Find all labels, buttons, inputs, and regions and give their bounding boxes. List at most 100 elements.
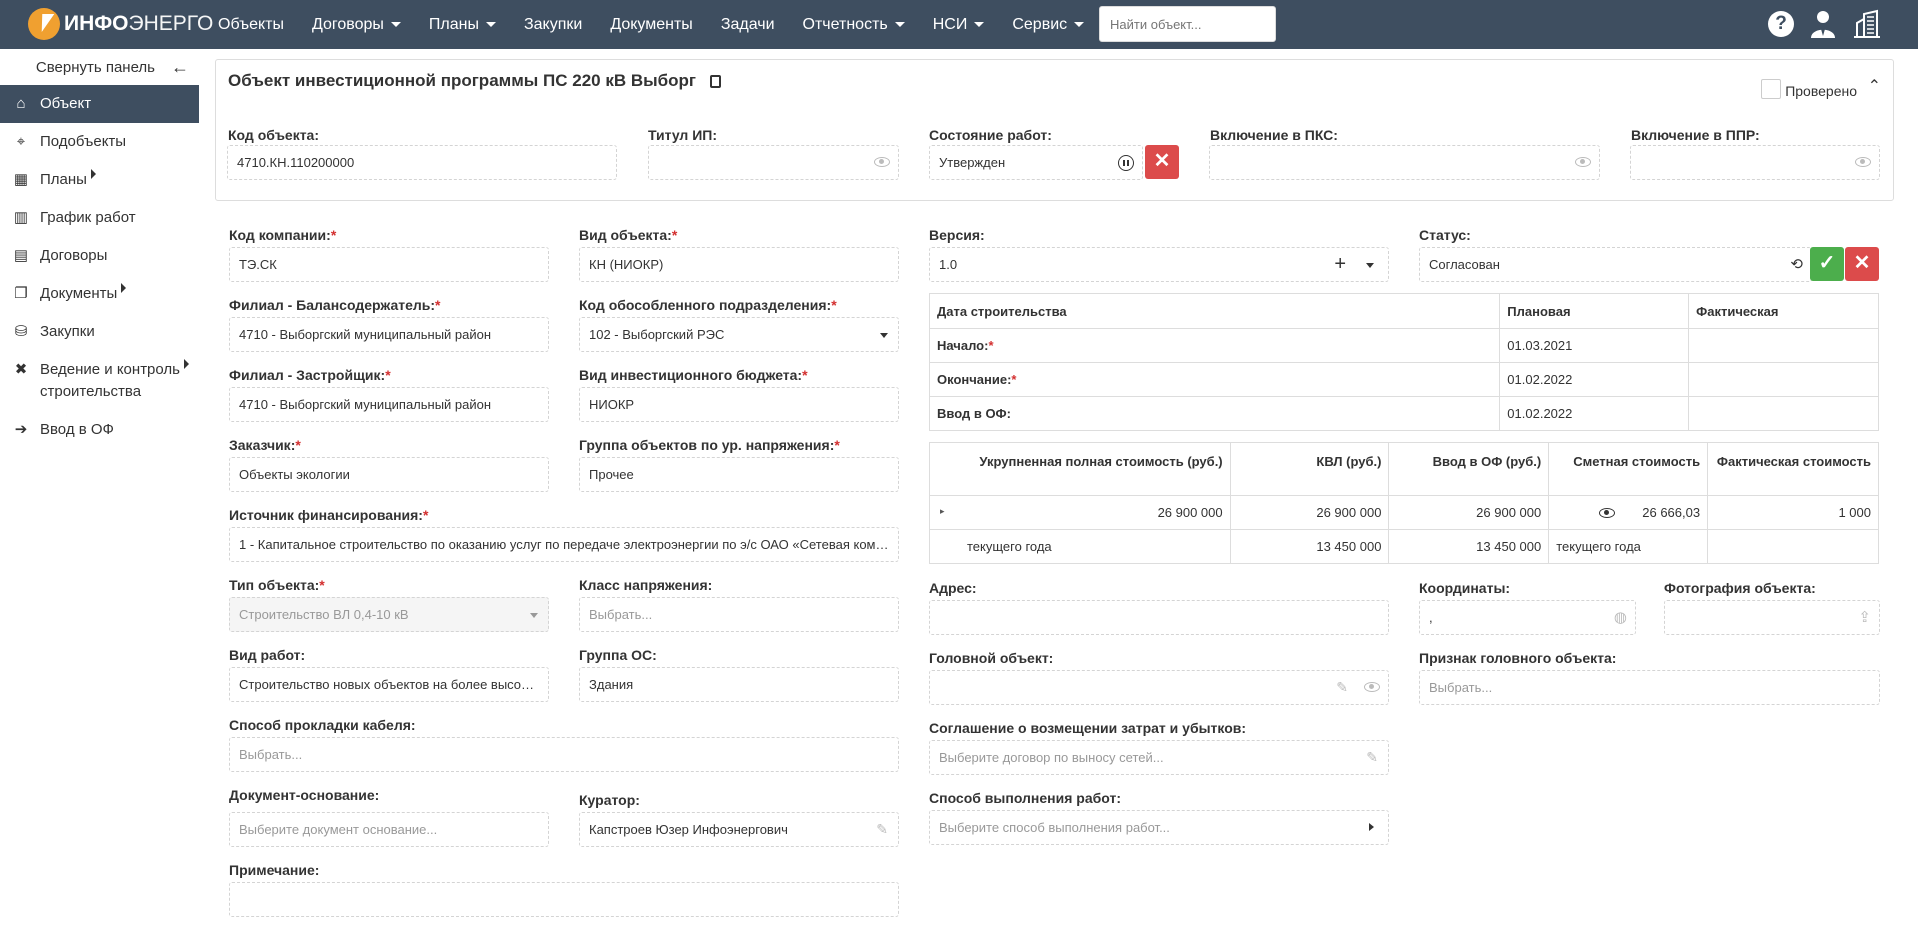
budget-kind-field[interactable]: НИОКР — [579, 387, 899, 422]
pencil-icon[interactable]: ✎ — [876, 813, 888, 846]
globe-icon[interactable]: ◍ — [1614, 601, 1627, 634]
chevron-down-icon — [974, 22, 985, 27]
table-row: Ввод в ОФ: 01.02.2022 — [928, 396, 1879, 431]
branch-builder-field[interactable]: 4710 - Выборгский муниципальный район — [229, 387, 549, 422]
expand-row-icon[interactable]: ▸ — [940, 506, 945, 517]
user-icon[interactable] — [1808, 9, 1838, 39]
ppr-field[interactable] — [1630, 145, 1880, 180]
os-group-field[interactable]: Здания — [579, 667, 899, 702]
branch-holder-field[interactable]: 4710 - Выборгский муниципальный район — [229, 317, 549, 352]
chevron-down-icon[interactable] — [1366, 263, 1374, 268]
photo-upload-field[interactable]: ⇪ — [1664, 600, 1880, 635]
voltage-class-select[interactable]: Выбрать... — [579, 597, 899, 632]
work-kind-label: Вид работ: — [229, 647, 306, 663]
cancel-state-button[interactable]: ✕ — [1145, 145, 1179, 179]
nav-item-7[interactable]: НСИ — [933, 16, 985, 34]
note-field[interactable] — [229, 882, 899, 917]
agreement-select[interactable]: Выберите договор по выносу сетей... ✎ — [929, 740, 1389, 775]
nav-item-label: НСИ — [932, 15, 968, 33]
plus-icon[interactable]: + — [1334, 248, 1346, 281]
chevron-up-icon[interactable]: ⌃ — [1868, 76, 1881, 96]
cable-select[interactable]: Выбрать... — [229, 737, 899, 772]
nav-item-0[interactable]: Объекты — [218, 16, 284, 34]
basket-icon: ⛁ — [14, 323, 28, 340]
eye-icon[interactable] — [1599, 508, 1616, 518]
sidebar-item-6[interactable]: ⛁ Закупки — [0, 313, 199, 351]
version-select[interactable]: 1.0 + — [929, 247, 1389, 282]
photo-label: Фотография объекта: — [1664, 580, 1816, 596]
work-state-field[interactable]: Утвержден — [929, 145, 1143, 180]
eye-icon[interactable] — [1855, 157, 1871, 167]
fact-date-cell[interactable] — [1688, 362, 1879, 397]
reject-button[interactable]: ✕ — [1845, 247, 1879, 281]
work-kind-field[interactable]: Строительство новых объектов на более вы… — [229, 667, 549, 702]
sidebar-item-5[interactable]: ❐ Документы — [0, 275, 199, 313]
sidebar-item-8[interactable]: ➔ Ввод в ОФ — [0, 411, 199, 449]
sidebar-item-7[interactable]: ✖ Ведение и контроль строительства — [0, 351, 199, 411]
building-icon[interactable] — [1852, 9, 1882, 39]
search-input[interactable] — [1099, 6, 1276, 42]
funding-field[interactable]: 1 - Капитальное строительство по оказани… — [229, 527, 899, 562]
approve-button[interactable]: ✓ — [1810, 247, 1844, 281]
sidebar-item-2[interactable]: ▦ Планы — [0, 161, 199, 199]
customer-field[interactable]: Объекты экологии — [229, 457, 549, 492]
nav-item-3[interactable]: Закупки — [524, 16, 582, 34]
nav-item-4[interactable]: Документы — [610, 16, 692, 34]
fact-date-cell[interactable] — [1688, 396, 1879, 431]
app-logo[interactable]: ИНФОЭНЕРГО — [28, 6, 213, 42]
object-code-field[interactable]: 4710.КН.110200000 — [227, 145, 617, 180]
head-sign-label: Признак головного объекта: — [1419, 650, 1617, 666]
branch-holder-label: Филиал - Балансодержатель:* — [229, 297, 441, 313]
copy-icon[interactable] — [710, 74, 721, 88]
method-select[interactable]: Выберите способ выполнения работ... — [929, 810, 1389, 845]
history-icon[interactable]: ⟲ — [1790, 248, 1803, 281]
sidebar-item-1[interactable]: ⌖ Подобъекты — [0, 123, 199, 161]
head-sign-select[interactable]: Выбрать... — [1419, 670, 1880, 705]
upload-icon[interactable]: ⇪ — [1858, 601, 1871, 634]
nav-item-6[interactable]: Отчетность — [803, 16, 905, 34]
nav-item-label: Договоры — [311, 15, 384, 33]
calendar-icon: ▦ — [13, 171, 29, 188]
sidebar-item-3[interactable]: ▥ График работ — [0, 199, 199, 237]
pencil-icon[interactable]: ✎ — [1336, 671, 1348, 704]
object-kind-field[interactable]: КН (НИОКР) — [579, 247, 899, 282]
pause-icon[interactable] — [1118, 155, 1134, 171]
version-label: Версия: — [929, 227, 985, 243]
pks-field[interactable] — [1209, 145, 1600, 180]
company-code-field[interactable]: ТЭ.СК — [229, 247, 549, 282]
checked-checkbox[interactable] — [1761, 79, 1781, 99]
pencil-icon[interactable]: ✎ — [1366, 741, 1378, 774]
help-icon[interactable]: ? — [1768, 11, 1794, 37]
collapse-panel-label: Свернуть панель — [35, 58, 155, 76]
plan-date-cell[interactable]: 01.02.2022 — [1499, 362, 1690, 397]
collapse-panel-button[interactable]: Свернуть панель ← — [0, 49, 199, 85]
curator-field[interactable]: Капстроев Юзер Инфоэнергович ✎ — [579, 812, 899, 847]
nav-item-2[interactable]: Планы — [429, 16, 496, 34]
eye-icon[interactable] — [1575, 157, 1591, 167]
nav-item-label: Закупки — [523, 15, 583, 33]
plan-date-cell[interactable]: 01.03.2021 — [1499, 328, 1690, 363]
nav-item-1[interactable]: Договоры — [312, 16, 401, 34]
pks-label: Включение в ПКС: — [1210, 127, 1338, 143]
fact-date-cell[interactable] — [1688, 328, 1879, 363]
os-group-label: Группа ОС: — [579, 647, 657, 663]
status-field[interactable]: Согласован ⟲ — [1419, 247, 1812, 282]
object-code-label: Код объекта: — [228, 127, 320, 143]
nav-item-5[interactable]: Задачи — [721, 16, 775, 34]
titul-field[interactable] — [648, 145, 899, 180]
head-object-field[interactable]: ✎ — [929, 670, 1389, 705]
eye-icon[interactable] — [874, 157, 890, 167]
coords-field[interactable]: , ◍ — [1419, 600, 1636, 635]
sidebar-item-4[interactable]: ▤ Договоры — [0, 237, 199, 275]
head-object-label: Головной объект: — [929, 650, 1054, 666]
voltage-group-field[interactable]: Прочее — [579, 457, 899, 492]
base-doc-select[interactable]: Выберите документ основание... — [229, 812, 549, 847]
nav-item-8[interactable]: Сервис — [1012, 16, 1085, 34]
plan-date-cell[interactable]: 01.02.2022 — [1499, 396, 1690, 431]
eye-icon[interactable] — [1364, 682, 1380, 692]
address-field[interactable] — [929, 600, 1389, 635]
sidebar-item-0[interactable]: ⌂ Объект — [0, 85, 199, 123]
subdivision-select[interactable]: 102 - Выборгский РЭС — [579, 317, 899, 352]
object-type-select[interactable]: Строительство ВЛ 0,4-10 кВ — [229, 597, 549, 632]
cost-header-kvl: КВЛ (руб.) — [1229, 442, 1390, 496]
